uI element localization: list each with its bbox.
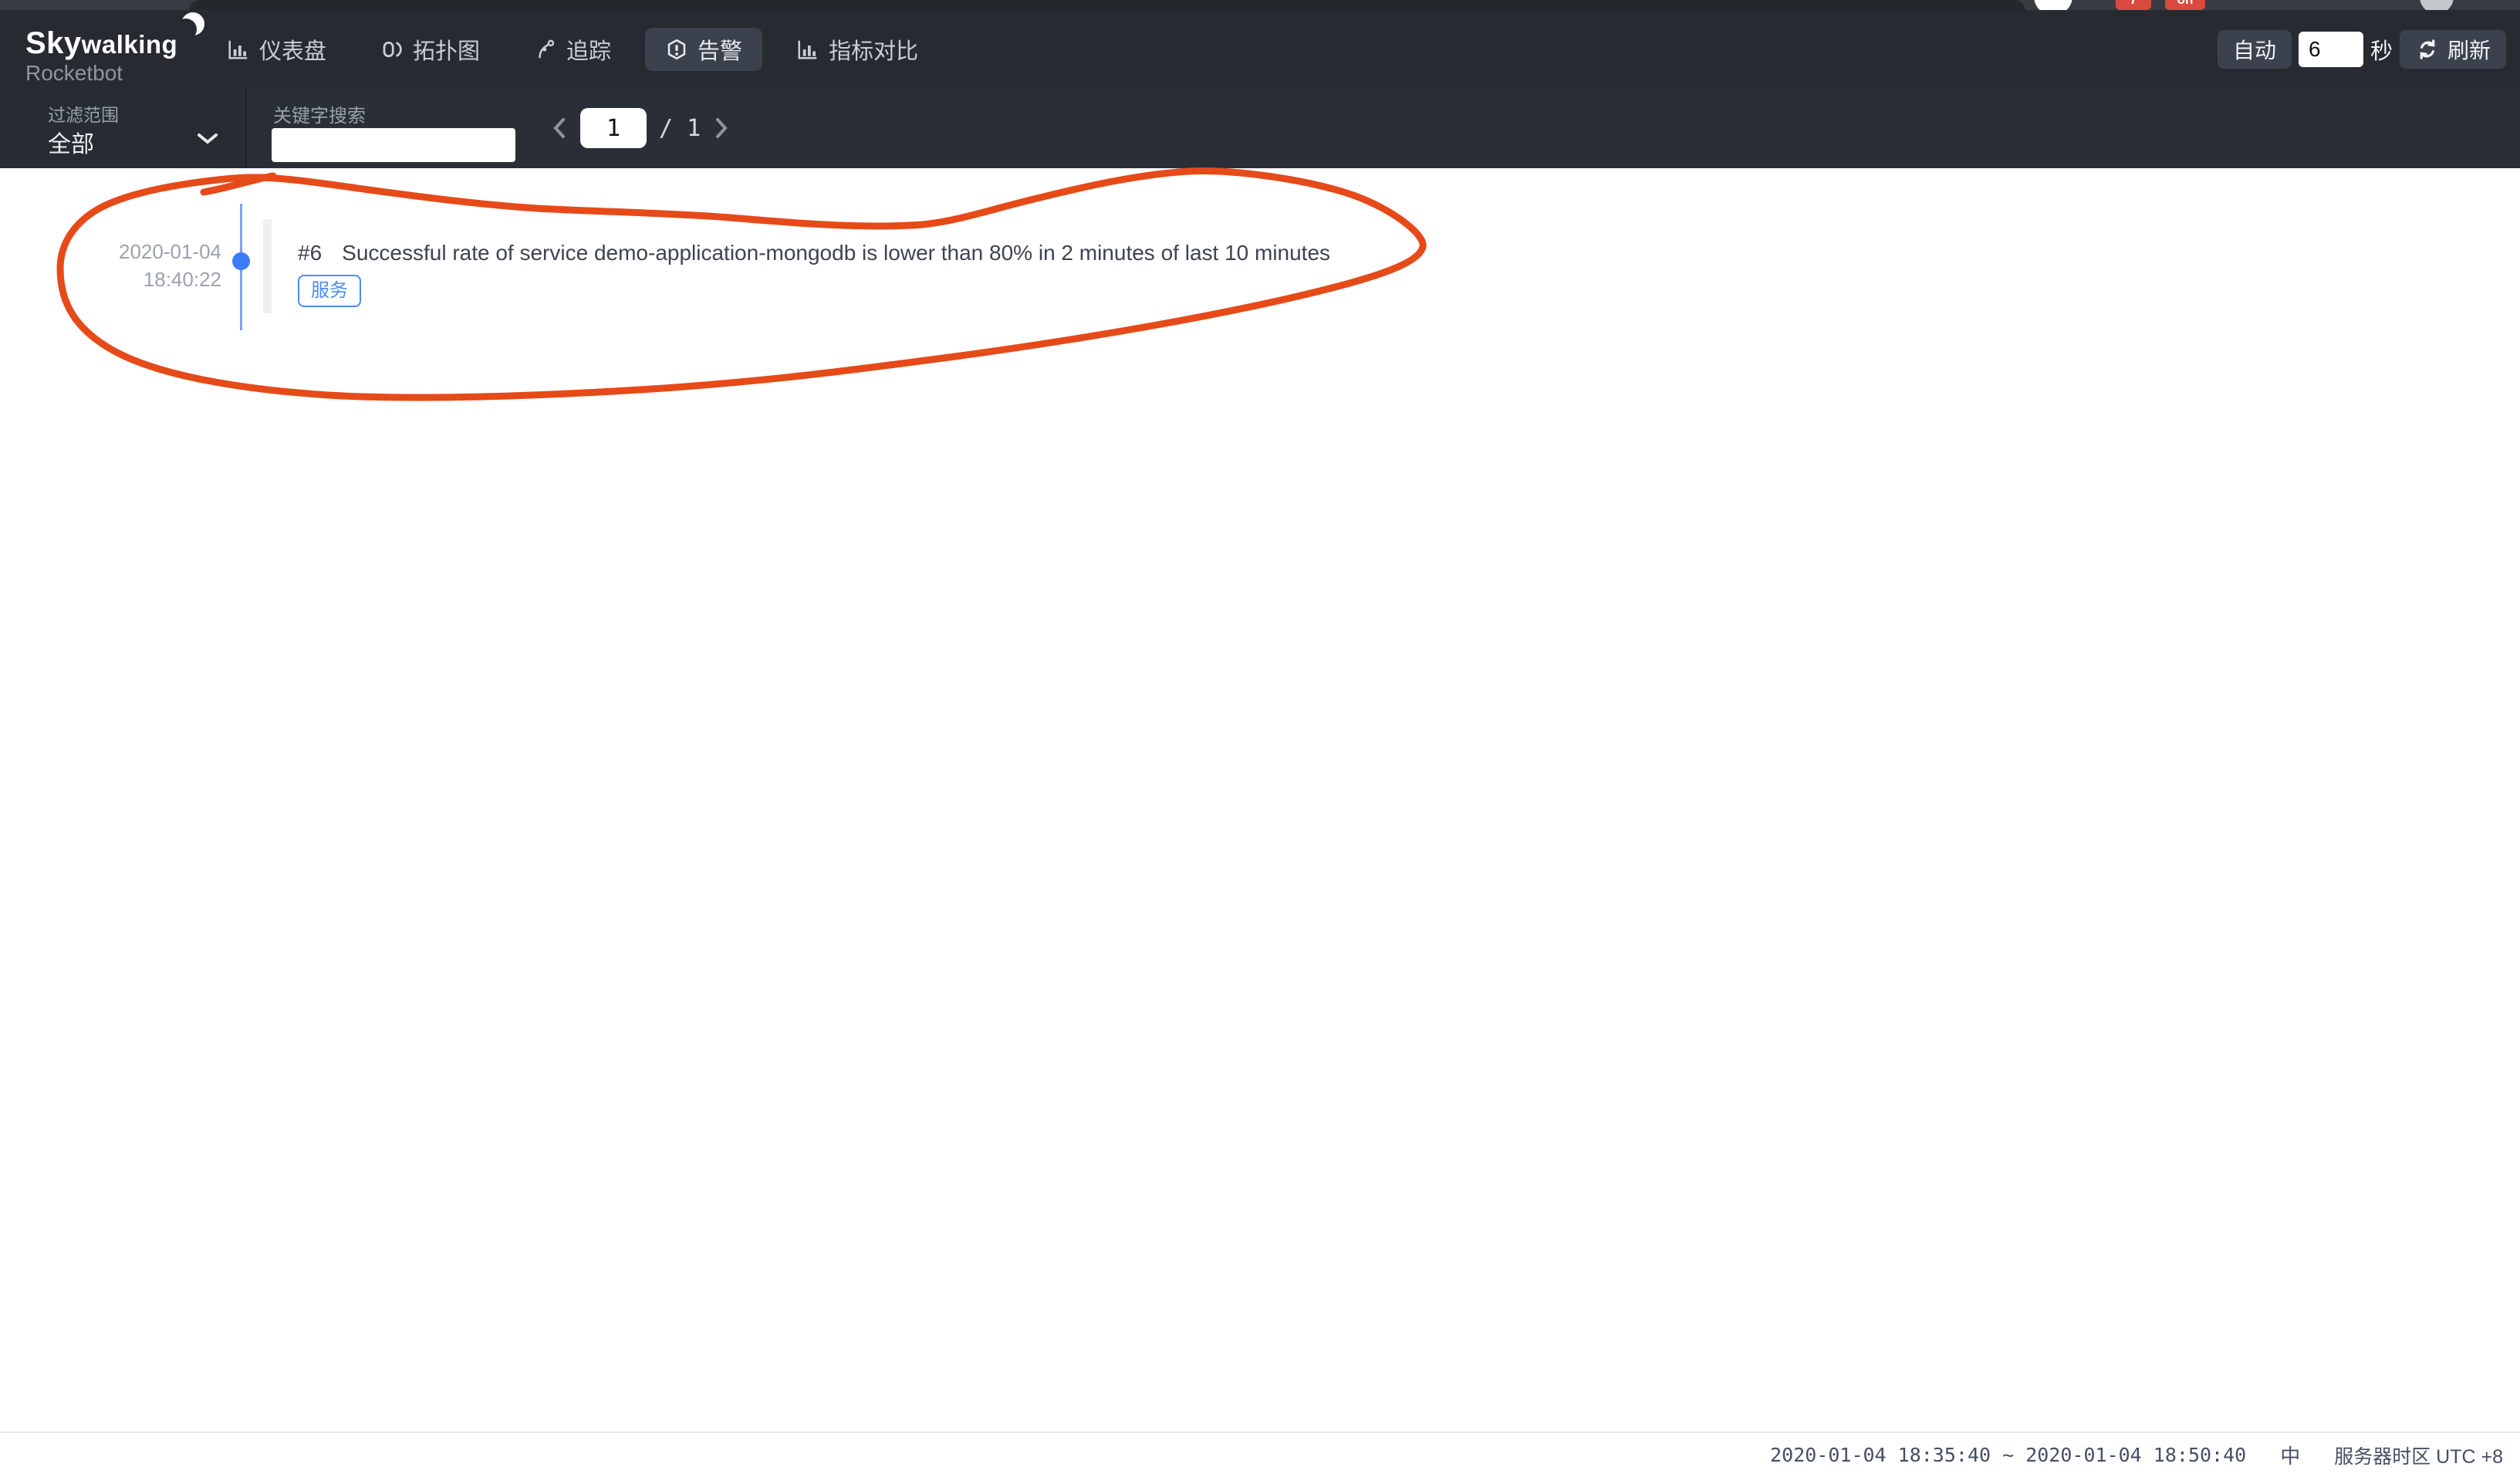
server-timezone[interactable]: 服务器时区 UTC +8 bbox=[2334, 1442, 2503, 1469]
nav-item-trace[interactable]: 追踪 bbox=[514, 28, 631, 71]
nav-label: 拓扑图 bbox=[413, 33, 480, 66]
extension-badge[interactable]: 7 bbox=[2116, 0, 2151, 10]
skywalking-logo[interactable]: Skywalking Rocketbot bbox=[25, 16, 211, 86]
nav-item-topology[interactable]: 拓扑图 bbox=[360, 28, 500, 71]
nav-label: 指标对比 bbox=[829, 33, 918, 66]
alarm-time-of-day: 18:40:22 bbox=[67, 265, 221, 293]
refresh-controls: 自动 秒 刷新 bbox=[2218, 10, 2506, 88]
alarm-hexagon-icon bbox=[665, 38, 688, 61]
moon-icon bbox=[174, 7, 208, 44]
alarm-scope-tag[interactable]: 服务 bbox=[298, 275, 361, 307]
nav-item-comparison[interactable]: 指标对比 bbox=[776, 28, 938, 71]
alarm-id: #6 bbox=[298, 241, 322, 265]
bar-chart-icon bbox=[796, 38, 819, 61]
page-number-input[interactable] bbox=[580, 108, 647, 148]
logo-text-sky: Sky bbox=[25, 26, 82, 61]
main-nav: 仪表盘 拓扑图 追踪 告警 bbox=[207, 10, 952, 88]
keyword-search-label: 关键字搜索 bbox=[273, 100, 366, 127]
entry-divider bbox=[263, 219, 272, 313]
page-total-label: / 1 bbox=[659, 115, 701, 142]
alarm-message-text: Successful rate of service demo-applicat… bbox=[342, 241, 1330, 265]
alarm-timestamp: 2020-01-04 18:40:22 bbox=[67, 238, 221, 293]
next-page-icon[interactable] bbox=[713, 117, 730, 140]
interval-unit-label: 秒 bbox=[2370, 33, 2393, 66]
nav-item-dashboard[interactable]: 仪表盘 bbox=[207, 28, 346, 71]
auto-refresh-label: 自动 bbox=[2233, 34, 2276, 65]
logo-subtitle: Rocketbot bbox=[25, 61, 211, 86]
keyword-search-input[interactable] bbox=[272, 128, 515, 162]
chevron-down-icon bbox=[197, 133, 218, 145]
filter-scope-label: 过滤范围 bbox=[48, 100, 119, 127]
pagination: / 1 bbox=[551, 88, 730, 168]
alarm-list: 2020-01-04 18:40:22 #6 Successful rate o… bbox=[0, 168, 2520, 1431]
browser-avatar-icon[interactable] bbox=[2034, 0, 2072, 10]
time-range-picker[interactable]: 2020-01-04 18:35:40 ~ 2020-01-04 18:50:4… bbox=[1770, 1444, 2246, 1466]
nav-label: 仪表盘 bbox=[259, 33, 326, 66]
trace-route-icon bbox=[534, 38, 557, 61]
browser-strip: 7 on bbox=[0, 0, 2520, 10]
nav-item-alarm[interactable]: 告警 bbox=[645, 28, 762, 71]
alarm-date: 2020-01-04 bbox=[67, 238, 221, 265]
extension-badge[interactable]: on bbox=[2165, 0, 2205, 10]
nav-label: 告警 bbox=[698, 33, 742, 66]
alarm-toolbar: 过滤范围 全部 关键字搜索 / 1 bbox=[0, 88, 2520, 168]
interval-input[interactable] bbox=[2299, 32, 2363, 67]
footer-bar: 2020-01-04 18:35:40 ~ 2020-01-04 18:50:4… bbox=[0, 1431, 2520, 1477]
filter-scope-value: 全部 bbox=[48, 125, 94, 159]
alarm-message-row: #6 Successful rate of service demo-appli… bbox=[298, 241, 1330, 265]
refresh-button[interactable]: 刷新 bbox=[2400, 30, 2506, 69]
language-toggle[interactable]: 中 bbox=[2280, 1441, 2300, 1469]
browser-profile-icon[interactable] bbox=[2420, 0, 2454, 10]
logo-text-walking: walking bbox=[82, 30, 178, 59]
auto-refresh-button[interactable]: 自动 bbox=[2218, 30, 2292, 69]
refresh-icon bbox=[2415, 37, 2440, 62]
timeline-dot-icon bbox=[232, 252, 250, 270]
navbar: Skywalking Rocketbot 仪表盘 拓扑图 bbox=[0, 10, 2520, 88]
nav-label: 追踪 bbox=[566, 33, 611, 66]
bar-chart-icon bbox=[227, 38, 250, 61]
refresh-label: 刷新 bbox=[2447, 34, 2491, 65]
prev-page-icon[interactable] bbox=[551, 117, 568, 140]
filter-scope-dropdown[interactable]: 过滤范围 全部 bbox=[0, 88, 247, 168]
topology-icon bbox=[380, 38, 404, 61]
browser-address-bar bbox=[189, 0, 2025, 10]
